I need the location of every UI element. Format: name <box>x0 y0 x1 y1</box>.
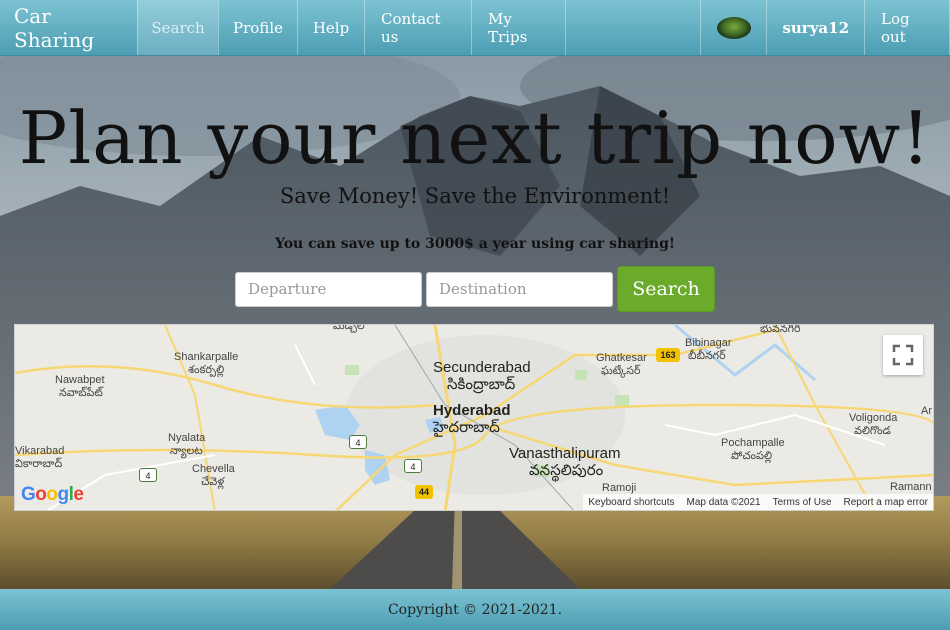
map-label-ar: Ar <box>921 405 932 417</box>
keyboard-shortcuts-link[interactable]: Keyboard shortcuts <box>588 497 674 508</box>
fullscreen-icon <box>892 344 914 366</box>
map-label-shankarpalle: Shankarpalle <box>174 351 239 363</box>
map-label-pochampalle: Pochampalle <box>721 437 785 449</box>
map-label-voligonda-te: వలిగొండ <box>854 425 891 437</box>
map-label-ghatkesar: Ghatkesar <box>596 352 647 364</box>
terms-of-use-link[interactable]: Terms of Use <box>773 497 832 508</box>
map-label-bibinagar-te: బీబీనగర్ <box>688 350 726 362</box>
map-attribution: Keyboard shortcuts Map data ©2021 Terms … <box>583 494 933 510</box>
map-label-hyderabad: Hyderabad <box>433 402 511 419</box>
hero-subtitle: Save Money! Save the Environment! <box>279 184 671 208</box>
map-data-label: Map data ©2021 <box>686 496 761 508</box>
highway-shield-163: 163 <box>656 348 680 362</box>
hero-section: Plan your next trip now! Save Money! Sav… <box>0 56 950 589</box>
nav-item-profile[interactable]: Profile <box>218 0 297 55</box>
map-label-nyalata-te: న్యాలట <box>170 445 203 457</box>
highway-shield-4a: 4 <box>349 435 367 449</box>
departure-input[interactable] <box>235 271 422 307</box>
highway-shield-4b: 4 <box>404 459 422 473</box>
map-label-voligonda: Voligonda <box>849 412 898 424</box>
search-form: Search <box>235 266 715 312</box>
map-label-vikarabad: Vikarabad <box>15 445 65 457</box>
fullscreen-button[interactable] <box>883 335 923 375</box>
nav-right: surya12 Log out <box>700 0 950 55</box>
hero-title: Plan your next trip now! <box>18 96 932 180</box>
map-label-chevella-te: చేవెళ్ల <box>201 476 225 488</box>
highway-shield-4c: 4 <box>139 468 157 482</box>
copyright-text: Copyright © 2021-2021. <box>387 601 563 618</box>
nav-menu: Search Profile Help Contact us My Trips <box>137 0 566 55</box>
map-label-vanasthalipuram-te: వనస్థలిపురం <box>529 462 604 479</box>
map-label-hyderabad-te: హైదరాబాద్ <box>433 419 500 436</box>
map-label-pochampalle-te: పోచంపల్లి <box>731 450 773 462</box>
avatar-button[interactable] <box>700 0 766 55</box>
map-label-nyalata: Nyalata <box>168 432 206 444</box>
nav-item-search[interactable]: Search <box>137 0 218 55</box>
logout-button[interactable]: Log out <box>864 0 950 55</box>
map-label-top: మేడ్చల్ <box>333 324 365 332</box>
search-button[interactable]: Search <box>617 266 715 312</box>
map-label-secunderabad-te: సికింద్రాబాద్ <box>447 376 516 393</box>
brand-logo[interactable]: Car Sharing <box>0 0 137 55</box>
map-label-bibinagar: Bibinagar <box>685 337 732 349</box>
hero-tagline: You can save up to 3000$ a year using ca… <box>274 236 676 252</box>
map-label-ghatkesar-te: ఘట్కేసర్ <box>601 365 641 377</box>
report-map-error-link[interactable]: Report a map error <box>844 497 928 508</box>
map-label-chevella: Chevella <box>192 463 235 475</box>
map-label-bhuvanagiri-te: భువనగిరి <box>760 324 801 335</box>
highway-shield-44: 44 <box>415 485 433 499</box>
map-label-ramoji: Ramoji <box>602 482 637 494</box>
map-label-shankarpalle-te: శంకర్పల్లి <box>188 364 225 376</box>
google-logo[interactable]: Google <box>21 484 84 506</box>
username-link[interactable]: surya12 <box>766 0 864 55</box>
destination-input[interactable] <box>426 271 613 307</box>
map-label-nawabpet: Nawabpet <box>55 374 105 386</box>
map-label-ramannapet: Ramann <box>890 481 932 493</box>
nav-item-contact-us[interactable]: Contact us <box>364 0 471 55</box>
navbar: Car Sharing Search Profile Help Contact … <box>0 0 950 56</box>
map-label-vikarabad-te: వికారాబాద్ <box>15 458 63 470</box>
map-label-nawabpet-te: నవాబ్‌పేట్ <box>59 387 103 399</box>
map-label-secunderabad: Secunderabad <box>433 359 531 376</box>
google-map[interactable]: మేడ్చల్ Secunderabad సికింద్రాబాద్ Hyder… <box>14 324 934 511</box>
nav-item-help[interactable]: Help <box>297 0 364 55</box>
footer: Copyright © 2021-2021. <box>0 589 950 630</box>
map-label-vanasthalipuram: Vanasthalipuram <box>509 445 621 462</box>
avatar <box>716 16 751 39</box>
nav-item-my-trips[interactable]: My Trips <box>471 0 566 55</box>
